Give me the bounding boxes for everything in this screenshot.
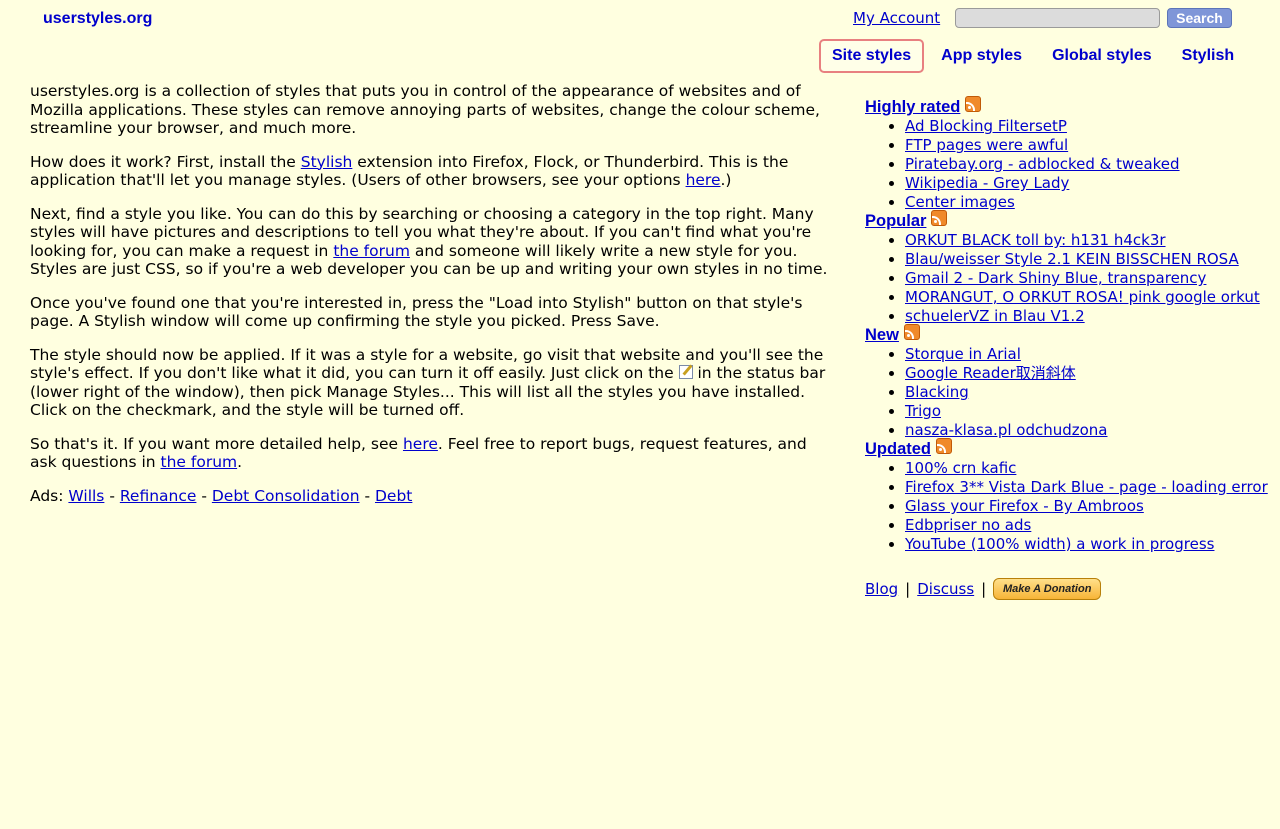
style-link[interactable]: Ad Blocking FiltersetP xyxy=(905,117,1067,135)
donate-button[interactable]: Make A Donation xyxy=(993,578,1102,600)
ad-link[interactable]: Wills xyxy=(68,487,104,505)
section-title-link[interactable]: Popular xyxy=(865,212,926,230)
intro-paragraph-1: userstyles.org is a collection of styles… xyxy=(30,82,820,137)
stylish-edit-icon xyxy=(678,365,693,379)
style-link[interactable]: Google Reader取消斜体 xyxy=(905,364,1076,382)
intro-paragraph-6: So that's it. If you want more detailed … xyxy=(30,434,807,472)
style-link[interactable]: 100% crn kafic xyxy=(905,459,1016,477)
intro-content: userstyles.org is a collection of styles… xyxy=(30,82,830,520)
sidebar-footer: Blog | Discuss | Make A Donation xyxy=(865,578,1102,600)
section-title-link[interactable]: Highly rated xyxy=(865,98,960,116)
style-link[interactable]: Blau/weisser Style 2.1 KEIN BISSCHEN ROS… xyxy=(905,250,1239,268)
intro-paragraph-5: The style should now be applied. If it w… xyxy=(30,345,826,420)
list-item: Gmail 2 - Dark Shiny Blue, transparency xyxy=(905,269,1265,288)
style-link[interactable]: Firefox 3** Vista Dark Blue - page - loa… xyxy=(905,478,1268,496)
separator: | xyxy=(981,580,987,598)
forum-link-2[interactable]: the forum xyxy=(161,453,238,471)
ad-link[interactable]: Debt Consolidation xyxy=(212,487,360,505)
style-link[interactable]: Trigo xyxy=(905,402,941,420)
ads-line: Ads: Wills - Refinance - Debt Consolidat… xyxy=(30,486,413,505)
list-item: FTP pages were awful xyxy=(905,136,1265,155)
section-popular: Popular ORKUT BLACK toll by: h131 h4ck3r… xyxy=(865,210,1265,326)
discuss-link[interactable]: Discuss xyxy=(917,580,974,598)
category-tabs: Site styles App styles Global styles Sty… xyxy=(819,39,1251,73)
list-item: Firefox 3** Vista Dark Blue - page - loa… xyxy=(905,478,1268,497)
style-link[interactable]: Wikipedia - Grey Lady xyxy=(905,174,1069,192)
style-link[interactable]: Glass your Firefox - By Ambroos xyxy=(905,497,1144,515)
style-link[interactable]: schuelerVZ in Blau V1.2 xyxy=(905,307,1085,325)
list-item: Glass your Firefox - By Ambroos xyxy=(905,497,1265,516)
section-title-link[interactable]: Updated xyxy=(865,440,931,458)
list-item: Ad Blocking FiltersetP xyxy=(905,117,1265,136)
separator: | xyxy=(905,580,911,598)
intro-paragraph-2: How does it work? First, install the Sty… xyxy=(30,152,789,190)
list-item: Piratebay.org - adblocked & tweaked xyxy=(905,155,1265,174)
style-link[interactable]: FTP pages were awful xyxy=(905,136,1068,154)
rss-feed-icon[interactable] xyxy=(936,438,952,454)
intro-paragraph-3: Next, find a style you like. You can do … xyxy=(30,204,828,279)
list-item: Trigo xyxy=(905,402,1265,421)
ad-link[interactable]: Refinance xyxy=(120,487,197,505)
other-browsers-here-link[interactable]: here xyxy=(686,171,721,189)
list-item: Storque in Arial xyxy=(905,345,1265,364)
style-link[interactable]: Blacking xyxy=(905,383,969,401)
style-link[interactable]: Gmail 2 - Dark Shiny Blue, transparency xyxy=(905,269,1206,287)
list-item: Blacking xyxy=(905,383,1265,402)
style-link[interactable]: Piratebay.org - adblocked & tweaked xyxy=(905,155,1180,173)
style-link[interactable]: nasza-klasa.pl odchudzona xyxy=(905,421,1108,439)
style-listings-sidebar: Highly rated Ad Blocking FiltersetP FTP … xyxy=(865,96,1268,554)
list-item: ORKUT BLACK toll by: h131 h4ck3r xyxy=(905,231,1265,250)
list-item: MORANGUT, O ORKUT ROSA! pink google orku… xyxy=(905,288,1265,307)
list-item: Google Reader取消斜体 xyxy=(905,364,1265,383)
section-new: New Storque in Arial Google Reader取消斜体 B… xyxy=(865,324,1265,440)
list-item: nasza-klasa.pl odchudzona xyxy=(905,421,1265,440)
list-item: Wikipedia - Grey Lady xyxy=(905,174,1265,193)
list-item: Center images xyxy=(905,193,1265,212)
style-link[interactable]: Center images xyxy=(905,193,1015,211)
stylish-link[interactable]: Stylish xyxy=(301,153,353,171)
tab-site-styles[interactable]: Site styles xyxy=(819,39,925,73)
intro-paragraph-4: Once you've found one that you're intere… xyxy=(30,293,803,331)
search-input[interactable] xyxy=(955,8,1160,28)
forum-link[interactable]: the forum xyxy=(333,242,410,260)
list-item: schuelerVZ in Blau V1.2 xyxy=(905,307,1265,326)
style-link[interactable]: ORKUT BLACK toll by: h131 h4ck3r xyxy=(905,231,1166,249)
rss-feed-icon[interactable] xyxy=(965,96,982,112)
tab-stylish[interactable]: Stylish xyxy=(1169,39,1247,73)
rss-feed-icon[interactable] xyxy=(931,210,948,226)
tab-app-styles[interactable]: App styles xyxy=(928,39,1035,73)
tab-global-styles[interactable]: Global styles xyxy=(1039,39,1165,73)
style-link[interactable]: Storque in Arial xyxy=(905,345,1021,363)
style-link[interactable]: MORANGUT, O ORKUT ROSA! pink google orku… xyxy=(905,288,1260,306)
blog-link[interactable]: Blog xyxy=(865,580,898,598)
style-link[interactable]: Edbpriser no ads xyxy=(905,516,1031,534)
section-title-link[interactable]: New xyxy=(865,326,899,344)
section-updated: Updated 100% crn kafic Firefox 3** Vista… xyxy=(865,438,1268,554)
style-link[interactable]: YouTube (100% width) a work in progress xyxy=(905,535,1214,553)
ad-link[interactable]: Debt xyxy=(375,487,412,505)
list-item: 100% crn kafic xyxy=(905,459,1265,478)
help-here-link[interactable]: here xyxy=(403,435,438,453)
my-account-link[interactable]: My Account xyxy=(853,9,940,27)
section-highly-rated: Highly rated Ad Blocking FiltersetP FTP … xyxy=(865,96,1265,212)
search-button[interactable]: Search xyxy=(1167,8,1232,28)
list-item: Edbpriser no ads xyxy=(905,516,1265,535)
site-logo[interactable]: userstyles.org xyxy=(43,10,152,28)
rss-feed-icon[interactable] xyxy=(903,324,920,340)
list-item: Blau/weisser Style 2.1 KEIN BISSCHEN ROS… xyxy=(905,250,1265,269)
list-item: YouTube (100% width) a work in progress xyxy=(905,535,1265,554)
